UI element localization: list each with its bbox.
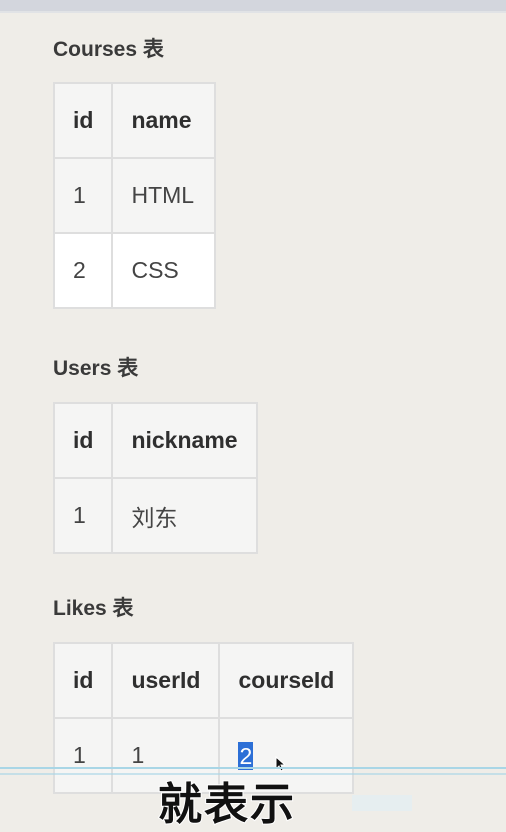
courses-table-title: Courses 表: [53, 38, 164, 61]
column-header-name: name: [111, 82, 217, 159]
column-header-id: id: [52, 402, 114, 479]
table-cell: 1: [52, 157, 114, 234]
table-row: 2 CSS: [52, 232, 217, 309]
courses-table: id name 1 HTML 2 CSS: [52, 82, 217, 309]
table-cell: 1: [52, 477, 114, 554]
table-cell: 2: [52, 232, 114, 309]
column-header-courseid: courseId: [218, 642, 355, 719]
table-row: 1 刘东: [52, 477, 258, 554]
table-header-row: id nickname: [52, 402, 258, 479]
video-subtitle: 就表示: [157, 778, 296, 831]
selected-text[interactable]: 2: [238, 741, 254, 770]
column-header-id: id: [52, 82, 114, 159]
table-cell: CSS: [111, 232, 217, 309]
table-header-row: id userId courseId: [52, 642, 355, 719]
table-header-row: id name: [52, 82, 217, 159]
column-header-userid: userId: [111, 642, 221, 719]
table-row: 1 HTML: [52, 157, 217, 234]
table-cell: HTML: [111, 157, 217, 234]
table-cell: 刘东: [111, 477, 258, 554]
column-header-nickname: nickname: [111, 402, 258, 479]
overlay-block: [352, 795, 412, 811]
window-top-bar: [0, 0, 506, 13]
likes-table-title: Likes 表: [53, 597, 134, 620]
column-header-id: id: [52, 642, 114, 719]
table-cell: 1: [52, 717, 114, 794]
users-table: id nickname 1 刘东: [52, 402, 258, 554]
users-table-title: Users 表: [53, 357, 139, 380]
